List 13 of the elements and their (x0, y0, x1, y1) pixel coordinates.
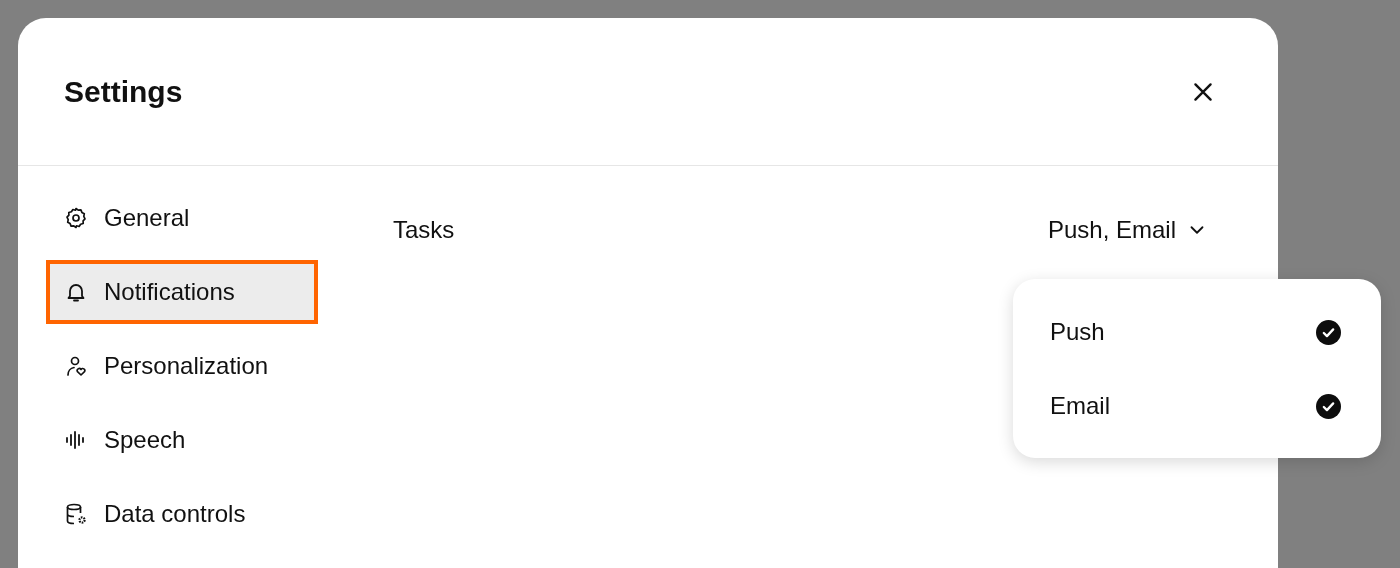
sidebar-item[interactable]: Data controls (46, 482, 318, 546)
sidebar-item[interactable]: Personalization (46, 334, 318, 398)
dialog-title: Settings (64, 74, 183, 109)
menu-item[interactable]: Push (1050, 295, 1341, 369)
database-gear-icon (64, 502, 88, 526)
sidebar-item[interactable]: General (46, 186, 318, 250)
person-heart-icon (64, 354, 88, 378)
sidebar-item[interactable]: Notifications (46, 260, 318, 324)
sidebar-item[interactable]: Speech (46, 408, 318, 472)
gear-icon (64, 206, 88, 230)
menu-item[interactable]: Email (1050, 369, 1341, 443)
notification-dropdown[interactable]: Push, Email (1047, 216, 1208, 244)
setting-label: Tasks (393, 216, 455, 244)
